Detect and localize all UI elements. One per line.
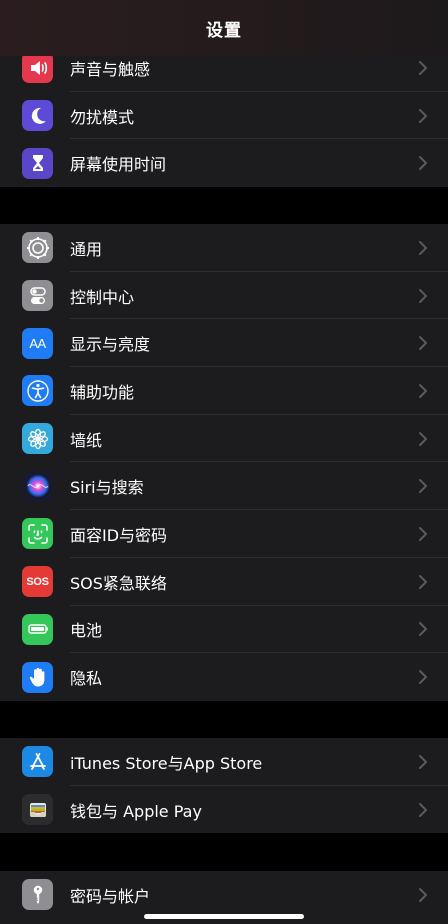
settings-row-wallpaper[interactable]: 墙纸 xyxy=(0,415,448,463)
chevron-right-icon xyxy=(419,336,427,351)
key-icon xyxy=(22,879,53,911)
settings-row-passwords[interactable]: 密码与帐户 xyxy=(0,871,448,919)
settings-row-label: 钱包与 Apple Pay xyxy=(70,801,202,821)
appstore-icon xyxy=(22,746,53,778)
settings-row-label: 密码与帐户 xyxy=(70,886,151,906)
settings-row-screentime[interactable]: 屏幕使用时间 xyxy=(0,139,448,187)
settings-group-1: 声音与触感 勿扰模式 屏幕使用时间 xyxy=(0,44,448,188)
chevron-right-icon xyxy=(419,240,427,255)
chevron-right-icon xyxy=(419,156,427,171)
sos-glyph: SOS xyxy=(26,575,49,588)
chevron-right-icon xyxy=(419,622,427,637)
text-size-icon: AA xyxy=(22,327,53,359)
gear-icon xyxy=(22,232,53,264)
toggles-icon xyxy=(22,280,53,312)
chevron-right-icon xyxy=(419,670,427,685)
home-indicator[interactable] xyxy=(144,914,304,919)
siri-icon xyxy=(22,470,53,502)
navigation-bar: 设置 xyxy=(0,0,448,56)
settings-row-label: 面容ID与密码 xyxy=(70,525,168,545)
hand-icon xyxy=(22,661,53,693)
settings-row-label: 控制中心 xyxy=(70,287,135,307)
chevron-right-icon xyxy=(419,60,427,75)
settings-row-accessibility[interactable]: 辅助功能 xyxy=(0,367,448,415)
settings-row-display[interactable]: AA 显示与亮度 xyxy=(0,319,448,368)
settings-row-sos[interactable]: SOS SOS紧急联络 xyxy=(0,558,448,606)
settings-row-label: 屏幕使用时间 xyxy=(70,155,167,175)
faceid-icon xyxy=(22,518,53,550)
settings-row-label: 显示与亮度 xyxy=(70,335,151,355)
wallet-icon xyxy=(22,794,53,826)
settings-list: 声音与触感 勿扰模式 屏幕使用时间 通用 控制中心 AA 显示与亮度 辅助功能 … xyxy=(0,0,448,924)
chevron-right-icon xyxy=(419,574,427,589)
settings-row-wallet[interactable]: 钱包与 Apple Pay xyxy=(0,786,448,834)
accessibility-icon xyxy=(22,375,53,407)
chevron-right-icon xyxy=(419,383,427,398)
chevron-right-icon xyxy=(419,108,427,123)
chevron-right-icon xyxy=(419,802,427,817)
settings-group-2: 通用 控制中心 AA 显示与亮度 辅助功能 墙纸 Siri与搜索 面容ID与密码… xyxy=(0,224,448,701)
settings-row-label: 声音与触感 xyxy=(70,59,151,79)
settings-row-battery[interactable]: 电池 xyxy=(0,606,448,654)
settings-group-3: iTunes Store与App Store 钱包与 Apple Pay xyxy=(0,738,448,834)
text-size-glyph: AA xyxy=(29,335,46,351)
settings-row-privacy[interactable]: 隐私 xyxy=(0,653,448,701)
battery-icon xyxy=(22,613,53,645)
settings-row-dnd[interactable]: 勿扰模式 xyxy=(0,92,448,140)
settings-row-label: 辅助功能 xyxy=(70,382,135,402)
chevron-right-icon xyxy=(419,431,427,446)
settings-row-faceid[interactable]: 面容ID与密码 xyxy=(0,510,448,558)
flower-icon xyxy=(22,423,53,455)
settings-row-appstore[interactable]: iTunes Store与App Store xyxy=(0,738,448,786)
settings-row-label: 墙纸 xyxy=(70,430,103,450)
chevron-right-icon xyxy=(419,288,427,303)
sos-icon: SOS xyxy=(22,566,53,598)
settings-row-siri[interactable]: Siri与搜索 xyxy=(0,462,448,511)
settings-row-general[interactable]: 通用 xyxy=(0,224,448,272)
settings-row-label: SOS紧急联络 xyxy=(70,573,167,593)
settings-row-control-center[interactable]: 控制中心 xyxy=(0,272,448,320)
speaker-icon xyxy=(22,52,53,84)
chevron-right-icon xyxy=(419,526,427,541)
settings-row-label: 隐私 xyxy=(70,669,103,689)
chevron-right-icon xyxy=(419,887,427,902)
settings-row-label: Siri与搜索 xyxy=(70,478,144,498)
settings-row-label: 勿扰模式 xyxy=(70,107,135,127)
page-title: 设置 xyxy=(206,20,242,41)
moon-icon xyxy=(22,100,53,132)
hourglass-icon xyxy=(22,147,53,179)
chevron-right-icon xyxy=(419,754,427,769)
settings-row-label: 通用 xyxy=(70,239,103,259)
settings-row-label: iTunes Store与App Store xyxy=(70,753,263,773)
chevron-right-icon xyxy=(419,479,427,494)
settings-row-label: 电池 xyxy=(70,621,103,641)
